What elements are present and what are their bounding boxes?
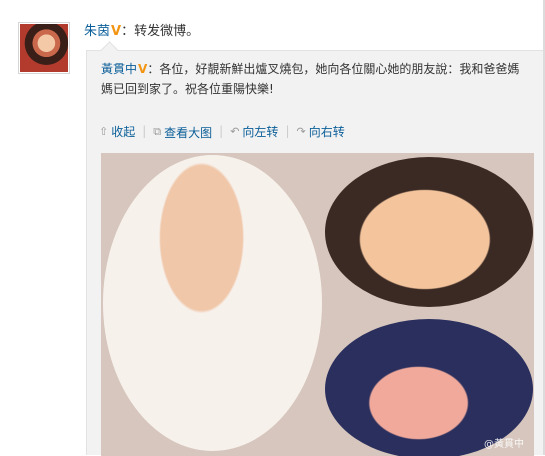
repost-body: 黃貫中V：各位，好靚新鮮出爐叉燒包，她向各位關心她的朋友說：我和爸爸媽媽已回到家… — [101, 59, 526, 99]
original-post-text: ：各位，好靚新鮮出爐叉燒包，她向各位關心她的朋友說：我和爸爸媽媽已回到家了。祝各… — [101, 62, 520, 96]
image-toolbar: ⇧ 收起 | ⧉ 查看大图 | ↶ 向左转 | ↷ 向右转 — [99, 123, 345, 141]
verified-badge-icon: V — [111, 24, 122, 39]
rotate-left-button[interactable]: ↶ 向左转 — [230, 123, 278, 140]
rotate-right-label: 向右转 — [308, 125, 345, 139]
rotate-left-label: 向左转 — [242, 125, 279, 139]
attached-photo[interactable]: @黃貫中 — [101, 153, 534, 456]
repost-card: 黃貫中V：各位，好靚新鮮出爐叉燒包，她向各位關心她的朋友說：我和爸爸媽媽已回到家… — [86, 50, 545, 456]
post-separator: ： — [121, 24, 135, 39]
view-large-button[interactable]: ⧉ 查看大图 — [153, 124, 212, 141]
arrow-up-icon: ⇧ — [99, 125, 109, 138]
post-text: 转发微博。 — [134, 24, 200, 39]
rotate-right-button[interactable]: ↷ 向右转 — [296, 123, 344, 140]
divider: | — [285, 124, 290, 138]
photo-baby-face-right — [325, 157, 533, 307]
divider: | — [219, 124, 224, 138]
avatar[interactable] — [18, 22, 70, 74]
divider: | — [142, 124, 147, 138]
post-author-link[interactable]: 朱茵 — [84, 24, 110, 39]
rotate-right-icon: ↷ — [296, 125, 306, 138]
collapse-label: 收起 — [111, 125, 136, 139]
view-large-label: 查看大图 — [164, 125, 213, 140]
post-header: 朱茵V：转发微博。 — [84, 23, 199, 41]
collapse-button[interactable]: ⇧ 收起 — [99, 123, 135, 140]
rotate-left-icon: ↶ — [230, 125, 240, 138]
external-link-icon: ⧉ — [153, 125, 162, 138]
original-author-link[interactable]: 黃貫中 — [101, 62, 137, 76]
photo-baby-face-left — [103, 155, 322, 451]
original-verified-badge-icon: V — [138, 62, 148, 76]
photo-watermark: @黃貫中 — [484, 439, 524, 450]
avatar-image — [20, 24, 68, 72]
